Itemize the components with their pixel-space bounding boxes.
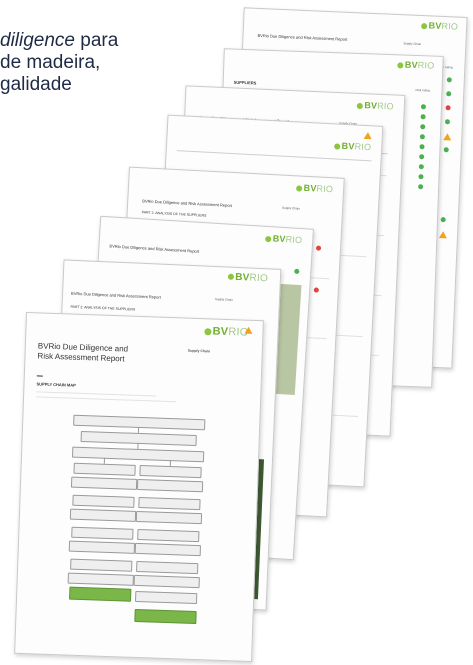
bvrio-logo: BVRIO [265,233,303,245]
page-title: BVRio Due Diligence and Risk Assessment … [257,32,348,42]
bvrio-logo: BVRIO [228,272,268,284]
suppliers-title: SUPPLIERS [233,79,257,86]
bvrio-logo: BVRIO [204,325,249,339]
supply-chain-label: Supply Chain [187,348,211,354]
report-page-8: BVRIO BVRio Due Diligence and Risk Asses… [14,311,264,663]
risk-rating-header: Risk rating [415,87,430,93]
page-title: BVRio Due Diligence and Risk Assessment … [70,290,161,300]
report-title-line-2: Risk Assessment Report [37,351,125,364]
report-pages-stack: BVRIO BVRio Due Diligence and Risk Asses… [0,0,473,665]
page-title: BVRio Due Diligence and Risk Assessment … [109,243,200,254]
supply-chain-label: Supply Chain [403,41,422,47]
supply-chain-map-heading: SUPPLY CHAIN MAP [36,381,76,388]
bvrio-logo: BVRIO [421,20,458,32]
bvrio-logo: BVRIO [397,59,435,71]
bvrio-logo: BVRIO [334,140,371,152]
supply-chain-label: Supply Chain [214,297,233,302]
supply-chain-label: Supply Chain [282,205,301,211]
page-title: BVRio Due Diligence and Risk Assessment … [142,198,233,209]
bvrio-logo: BVRIO [357,100,394,111]
part-2-heading: PART 2: ANALYSIS OF THE SUPPLIERS [141,210,207,218]
part-2-heading: PART 2: ANALYSIS OF THE SUPPLIERS [70,304,136,312]
bvrio-logo: BVRIO [296,182,333,194]
